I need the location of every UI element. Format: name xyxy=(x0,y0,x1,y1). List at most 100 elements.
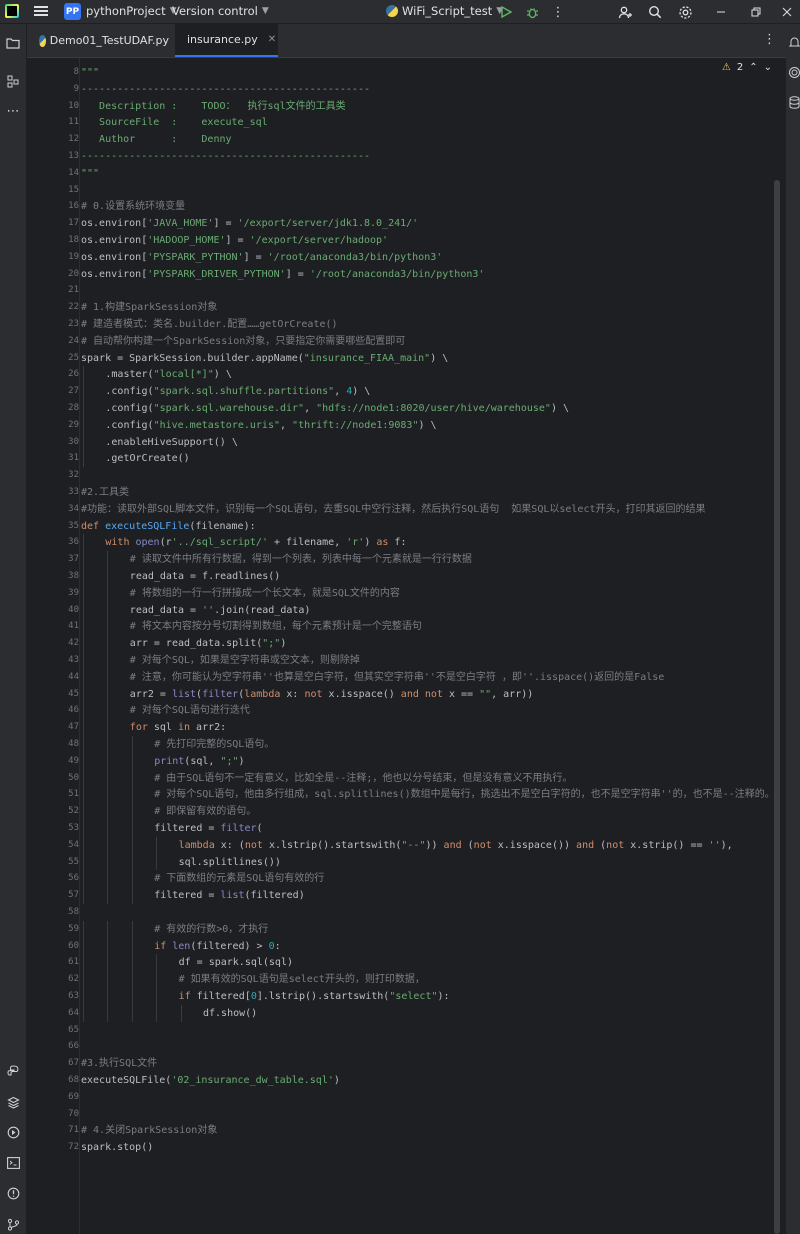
code-line[interactable]: # 对每个SQL，如果是空字符串或空文本，则剔除掉 xyxy=(130,652,360,669)
line-number[interactable]: 70 xyxy=(35,1106,79,1123)
code-line[interactable]: """ xyxy=(81,64,99,81)
settings-icon[interactable] xyxy=(676,3,694,21)
chevron-down-icon[interactable]: ⌄ xyxy=(764,62,772,73)
code-line[interactable]: # 下面数组的元素是SQL语句有效的行 xyxy=(154,870,324,887)
tab-insurance[interactable]: insurance.py ✕ xyxy=(175,24,278,57)
code-line[interactable]: filtered = filter( xyxy=(154,820,262,837)
line-number[interactable]: 9 xyxy=(35,81,79,98)
code-line[interactable]: .config("hive.metastore.uris", "thrift:/… xyxy=(105,417,436,434)
code-line[interactable]: # 对每个SQL语句，他由多行组成，sql.splitlines()数组中是每行… xyxy=(154,786,774,803)
code-line[interactable]: df.show() xyxy=(203,1005,257,1022)
inspection-widget[interactable]: ⚠ 2 ⌃ ⌄ xyxy=(722,62,772,73)
ai-assistant-icon[interactable] xyxy=(788,66,800,80)
code-line[interactable]: read_data = f.readlines() xyxy=(130,568,281,585)
line-number[interactable]: 38 xyxy=(35,568,79,585)
line-number[interactable]: 31 xyxy=(35,450,79,467)
code-line[interactable]: # 由于SQL语句不一定有意义，比如全是--注释;，他也以分号结束，但是没有意义… xyxy=(154,770,572,787)
code-area[interactable]: """ -------------------------------------… xyxy=(81,58,774,1234)
line-number[interactable]: 43 xyxy=(35,652,79,669)
code-line[interactable]: # 先打印完整的SQL语句。 xyxy=(154,736,274,753)
database-icon[interactable] xyxy=(788,96,800,110)
line-number[interactable]: 14 xyxy=(35,165,79,182)
line-number[interactable]: 50 xyxy=(35,770,79,787)
line-number[interactable]: 33 xyxy=(35,484,79,501)
line-number[interactable]: 51 xyxy=(35,786,79,803)
code-line[interactable]: # 建造者模式：类名.builder.配置……getOrCreate() xyxy=(81,316,338,333)
line-number[interactable]: 69 xyxy=(35,1089,79,1106)
line-number[interactable]: 54 xyxy=(35,837,79,854)
line-number[interactable]: 56 xyxy=(35,870,79,887)
services-run-icon[interactable] xyxy=(4,1123,22,1141)
line-number[interactable]: 20 xyxy=(35,266,79,283)
code-line[interactable]: # 0.设置系统环境变量 xyxy=(81,198,185,215)
line-number[interactable]: 61 xyxy=(35,954,79,971)
line-number[interactable]: 67 xyxy=(35,1055,79,1072)
code-line[interactable]: os.environ['HADOOP_HOME'] = '/export/ser… xyxy=(81,232,388,249)
python-console-icon[interactable] xyxy=(4,1062,22,1080)
notifications-icon[interactable] xyxy=(788,36,800,50)
code-line[interactable]: read_data = ''.join(read_data) xyxy=(130,602,311,619)
code-line[interactable]: .getOrCreate() xyxy=(105,450,189,467)
code-line[interactable]: # 自动帮你构建一个SparkSession对象，只要指定你需要哪些配置即可 xyxy=(81,333,405,350)
code-line[interactable]: # 注意，你可能认为空字符串''也算是空白字符，但其实空字符串''不是空白字符 … xyxy=(130,669,665,686)
close-icon[interactable] xyxy=(778,3,796,21)
code-line[interactable]: os.environ['PYSPARK_DRIVER_PYTHON'] = '/… xyxy=(81,266,484,283)
line-number[interactable]: 66 xyxy=(35,1038,79,1055)
more-horizontal-icon[interactable]: ⋯ xyxy=(4,102,22,120)
code-line[interactable]: def executeSQLFile(filename): xyxy=(81,518,256,535)
line-number[interactable]: 17 xyxy=(35,215,79,232)
close-tab-icon[interactable]: ✕ xyxy=(268,34,276,45)
line-number[interactable]: 53 xyxy=(35,820,79,837)
more-vertical-icon[interactable]: ⋮ xyxy=(763,32,776,47)
code-line[interactable]: # 将文本内容按分号切割得到数组，每个元素预计是一个完整语句 xyxy=(130,618,422,635)
code-line[interactable]: with open(r'../sql_script/' + filename, … xyxy=(105,534,406,551)
line-number[interactable]: 55 xyxy=(35,854,79,871)
code-editor[interactable]: 8 9 10 11 12 13 14 15 16 17 18 19 20 21 22 23 24 25 26 27 28… xyxy=(27,58,786,1234)
code-line[interactable]: # 1.构建SparkSession对象 xyxy=(81,299,217,316)
line-number[interactable]: 26 xyxy=(35,366,79,383)
line-number[interactable]: 11 xyxy=(35,114,79,131)
code-line[interactable]: Description : TODO： 执行sql文件的工具类 xyxy=(81,98,346,115)
line-number[interactable]: 23 xyxy=(35,316,79,333)
code-line[interactable]: filtered = list(filtered) xyxy=(154,887,305,904)
line-number[interactable]: 25 xyxy=(35,350,79,367)
code-line[interactable]: executeSQLFile('02_insurance_dw_table.sq… xyxy=(81,1072,340,1089)
code-line[interactable]: lambda x: (not x.lstrip().startswith("--… xyxy=(179,837,733,854)
vertical-scrollbar[interactable] xyxy=(774,180,780,1234)
tab-demo01-testudaf[interactable]: Demo01_TestUDAF.py xyxy=(31,24,177,57)
code-line[interactable]: # 对每个SQL语句进行迭代 xyxy=(130,702,250,719)
run-config-selector[interactable]: WiFi_Script_test ▼ xyxy=(386,4,503,18)
line-number[interactable]: 46 xyxy=(35,702,79,719)
code-line[interactable]: ----------------------------------------… xyxy=(81,148,370,165)
layers-icon[interactable] xyxy=(4,1093,22,1111)
line-number[interactable]: 30 xyxy=(35,434,79,451)
line-number[interactable]: 37 xyxy=(35,551,79,568)
line-number[interactable]: 63 xyxy=(35,988,79,1005)
code-line[interactable]: arr = read_data.split(";") xyxy=(130,635,287,652)
line-number[interactable]: 49 xyxy=(35,753,79,770)
line-number[interactable]: 42 xyxy=(35,635,79,652)
add-user-icon[interactable] xyxy=(616,3,634,21)
line-number[interactable]: 48 xyxy=(35,736,79,753)
code-line[interactable]: # 将数组的一行一行拼接成一个长文本，就是SQL文件的内容 xyxy=(130,585,400,602)
line-number[interactable]: 8 xyxy=(35,64,79,81)
code-line[interactable]: # 读取文件中所有行数据，得到一个列表，列表中每一个元素就是一行行数据 xyxy=(130,551,472,568)
code-line[interactable]: .config("spark.sql.shuffle.partitions", … xyxy=(105,383,370,400)
code-line[interactable]: """ xyxy=(81,165,99,182)
code-line[interactable]: os.environ['PYSPARK_PYTHON'] = '/root/an… xyxy=(81,249,442,266)
line-number[interactable]: 59 xyxy=(35,921,79,938)
vcs-selector[interactable]: Version control ▼ xyxy=(172,4,269,18)
code-line[interactable]: # 即保留有效的语句。 xyxy=(154,803,256,820)
line-number[interactable]: 32 xyxy=(35,467,79,484)
code-line[interactable]: .config("spark.sql.warehouse.dir", "hdfs… xyxy=(105,400,569,417)
main-menu-icon[interactable] xyxy=(34,4,48,18)
code-line[interactable]: arr2 = list(filter(lambda x: not x.isspa… xyxy=(130,686,533,703)
line-number[interactable]: 36 xyxy=(35,534,79,551)
line-number[interactable]: 47 xyxy=(35,719,79,736)
line-number[interactable]: 71 xyxy=(35,1122,79,1139)
run-icon[interactable] xyxy=(497,3,515,21)
code-line[interactable]: if filtered[0].lstrip().startswith("sele… xyxy=(179,988,450,1005)
code-line[interactable]: #2.工具类 xyxy=(81,484,129,501)
code-line[interactable]: df = spark.sql(sql) xyxy=(179,954,293,971)
line-number[interactable]: 60 xyxy=(35,938,79,955)
